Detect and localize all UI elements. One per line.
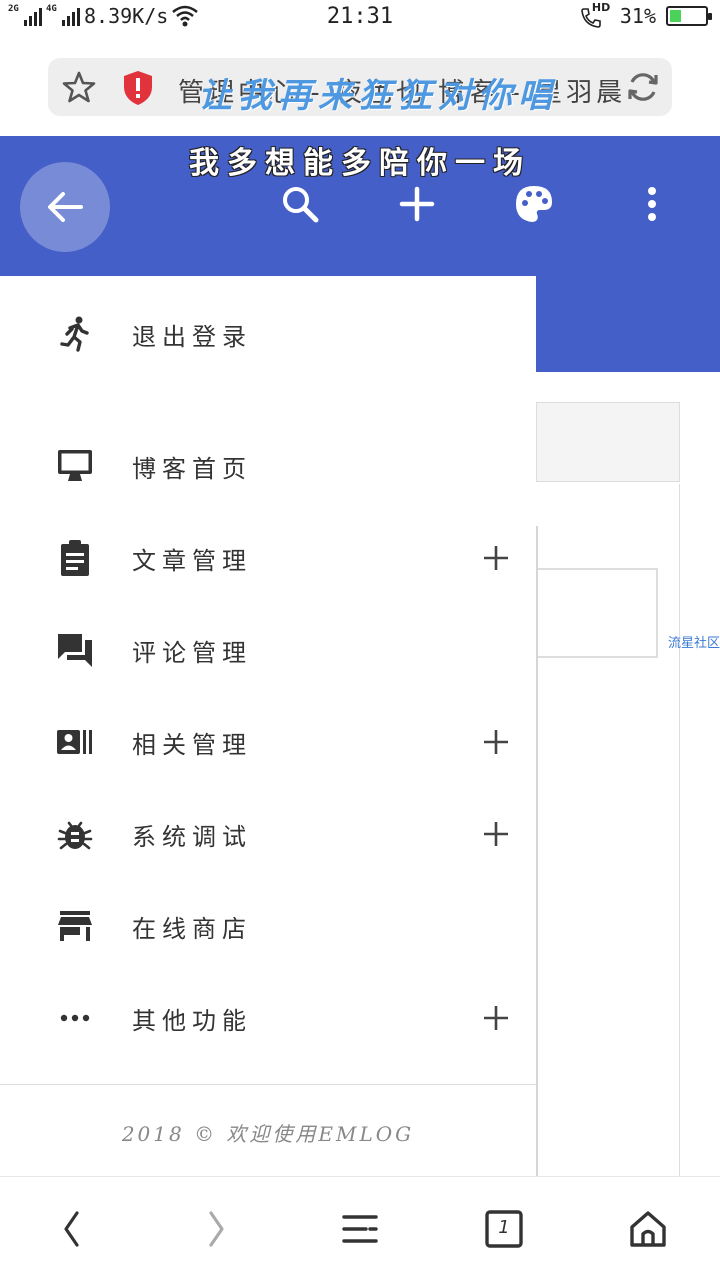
star-icon[interactable]: [62, 70, 96, 104]
background-panel: [536, 402, 680, 482]
bug-icon: [57, 821, 93, 850]
menu-label: 退出登录: [132, 322, 252, 351]
battery-fill: [670, 10, 681, 22]
community-link[interactable]: 流星社区: [668, 632, 720, 651]
menu-item-related[interactable]: 相关管理: [0, 702, 536, 782]
menu-item-online-store[interactable]: 在线商店: [0, 886, 536, 966]
back-arrow-icon: [48, 192, 83, 222]
menu-icon[interactable]: [338, 1207, 382, 1251]
menu-item-other-functions[interactable]: 其他功能: [0, 978, 536, 1058]
navigation-drawer: 退出登录 博客首页 文章管理 评论管理 相关管理 系统调试 在线商店 其他功能: [0, 276, 536, 1176]
run-icon: [60, 316, 89, 352]
expand-plus-icon[interactable]: [482, 728, 510, 756]
menu-label: 其他功能: [132, 1006, 252, 1035]
more-vert-icon[interactable]: [632, 184, 672, 224]
menu-label: 博客首页: [132, 454, 252, 483]
lyric-overlay: 让我再来狂狂对你唱: [198, 76, 558, 116]
browser-bottom-nav: 1: [0, 1176, 720, 1280]
status-right: HD 31%: [580, 1, 712, 28]
palette-icon[interactable]: [514, 184, 554, 224]
menu-item-articles[interactable]: 文章管理: [0, 518, 536, 598]
battery-icon: [666, 6, 712, 26]
menu-item-comments[interactable]: 评论管理: [0, 610, 536, 690]
menu-label: 相关管理: [132, 730, 252, 759]
expand-plus-icon[interactable]: [482, 544, 510, 572]
back-icon[interactable]: [50, 1207, 94, 1251]
store-icon: [58, 911, 92, 941]
header-extension: [536, 276, 720, 372]
menu-label: 系统调试: [132, 822, 252, 851]
forward-icon[interactable]: [194, 1207, 238, 1251]
lyric-text: 我多想能多陪你一场: [189, 146, 531, 181]
hd-label: HD: [591, 1, 611, 14]
add-icon[interactable]: [397, 184, 437, 224]
hd-call-icon: HD: [580, 1, 610, 28]
tab-count: 1: [498, 1217, 510, 1238]
menu-item-system-debug[interactable]: 系统调试: [0, 794, 536, 874]
clipboard-icon: [61, 540, 89, 576]
menu-label: 在线商店: [132, 914, 252, 943]
more-horiz-icon: [60, 1014, 90, 1022]
expand-plus-icon[interactable]: [482, 1004, 510, 1032]
menu-item-blog-home[interactable]: 博客首页: [0, 426, 536, 506]
forum-icon: [58, 634, 92, 667]
background-box: [536, 568, 658, 658]
home-icon[interactable]: [626, 1207, 670, 1251]
menu-item-logout[interactable]: 退出登录: [0, 294, 536, 374]
back-button[interactable]: [20, 162, 110, 252]
contact-card-icon: [57, 730, 92, 754]
shield-icon[interactable]: [122, 70, 154, 106]
expand-plus-icon[interactable]: [482, 820, 510, 848]
refresh-icon[interactable]: [626, 70, 660, 104]
drawer-footer: 2018 © 欢迎使用EMLOG: [121, 1122, 415, 1146]
monitor-icon: [58, 450, 92, 481]
search-icon[interactable]: [280, 184, 320, 224]
menu-label: 评论管理: [132, 638, 252, 667]
battery-percent: 31%: [619, 4, 656, 28]
drawer-divider: [0, 1084, 536, 1085]
menu-label: 文章管理: [132, 546, 252, 575]
screen: 2G 4G 8.39K/s 21:31 HD 31% 管理中心 - 夜色也 博客…: [0, 0, 720, 1280]
tabs-button[interactable]: 1: [482, 1207, 526, 1251]
address-bar[interactable]: 管理中心 - 夜色也 博客 - 星羽晨 让我再来狂狂对你唱: [48, 58, 672, 116]
status-bar: 2G 4G 8.39K/s 21:31 HD 31%: [0, 0, 720, 38]
